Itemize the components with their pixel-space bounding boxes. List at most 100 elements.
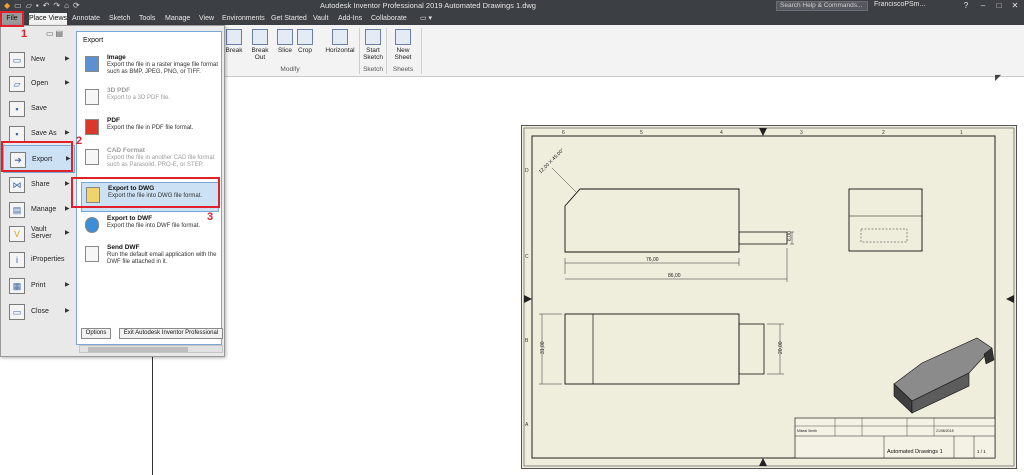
user-account[interactable]: FranciscoPSm... [874,1,944,8]
export-to-dwf-item[interactable]: Export to DWF Export the file into DWF fi… [81,213,219,243]
close-window-button[interactable]: ✕ [1007,0,1023,13]
break-icon [226,29,242,45]
restore-button[interactable]: □ [991,0,1007,13]
horizontal-button[interactable]: Horizontal [324,27,356,65]
window-title: Autodesk Inventor Professional 2019 Auto… [320,1,536,10]
minimize-button[interactable]: – [975,0,991,13]
help-search-input[interactable]: Search Help & Commands... [776,1,868,11]
file-menu-vault-server[interactable]: V Vault Server ▶ [3,222,75,248]
open-folder-icon[interactable]: ▱ [26,1,32,10]
drawing-sheet[interactable]: 6 5 4 3 2 1 D C B A 76,00 86,00 6,00 12,… [521,125,1017,469]
share-icon: ⋈ [9,177,25,193]
file-menu-share[interactable]: ⋈ Share ▶ [3,173,75,197]
file-menu-open[interactable]: ▱ Open ▶ [3,72,75,96]
submenu-arrow-icon: ▶ [65,308,70,314]
submenu-arrow-icon: ▶ [65,130,70,136]
center-mark [759,458,767,466]
file-menu-save[interactable]: ▪ Save [3,97,75,121]
export-image-item[interactable]: Image Export the file in a raster image f… [81,52,219,82]
panel-toggle-icon[interactable]: ▭ ▾ [420,13,432,25]
scrollbar-thumb[interactable] [88,347,188,352]
ribbon-tabs: File Place Views Annotate Sketch Tools M… [0,13,1024,25]
vault-icon: V [9,226,25,242]
help-button[interactable]: ? [958,0,974,13]
export-pdf-item[interactable]: PDF Export the file in PDF file format. [81,115,219,145]
tab-get-started[interactable]: Get Started [271,13,307,25]
file-menu-print[interactable]: ▦ Print ▶ [3,274,75,298]
callout-2: 2 [76,135,83,147]
zone-row-label: A [525,422,529,428]
top-view-body [564,313,740,385]
front-view-body [564,188,740,253]
zone-col-label: 3 [800,130,803,136]
export-panel-title: Export [83,37,104,44]
file-menu-commands: ▭ New ▶ ▱ Open ▶ ▪ Save ▪ Save As ▶ ➔ Export ▶ ⋈ S… [3,42,75,356]
chamfer-note: 12,00 X 45,00° [538,147,566,175]
horizontal-scrollbar[interactable] [79,345,223,353]
pdf-icon [85,119,99,135]
dimension-6: 6,00 [787,231,793,241]
update-icon[interactable]: ⟳ [73,1,80,10]
break-out-icon [252,29,268,45]
new-file-icon[interactable]: ▭ [14,1,22,10]
callout-3: 3 [207,211,214,223]
title-block-date: 21/08/2018 [936,429,954,433]
file-menu-new[interactable]: ▭ New ▶ [3,48,75,72]
options-button[interactable]: Options [81,328,111,339]
email-icon [85,246,99,262]
3d-pdf-icon [85,89,99,105]
image-export-icon [85,56,99,72]
tab-annotate[interactable]: Annotate [72,13,100,25]
file-menu-footer: Options Exit Autodesk Inventor Professio… [79,328,223,340]
ribbon-separator [386,28,387,74]
tab-add-ins[interactable]: Add-Ins [338,13,362,25]
tab-sketch[interactable]: Sketch [109,13,130,25]
save-quick-icon[interactable]: ▪ [36,1,39,10]
tab-environments[interactable]: Environments [222,13,265,25]
tab-tools[interactable]: Tools [139,13,155,25]
file-menu-close[interactable]: ▭ Close ▶ [3,300,75,324]
slice-button[interactable]: Slice [276,27,294,65]
slice-icon [277,29,293,45]
new-sheet-icon [395,29,411,45]
horizontal-icon [332,29,348,45]
tab-place-views[interactable]: Place Views [29,13,67,25]
title-bar: ◆ ▭ ▱ ▪ ↶ ↷ ⌂ ⟳ Autodesk Inventor Profes… [0,0,1024,13]
app-logo-icon[interactable]: ◆ [4,1,10,10]
new-icon: ▭ [9,52,25,68]
file-menu-manage[interactable]: ▤ Manage ▶ [3,198,75,222]
tab-view[interactable]: View [199,13,214,25]
callout-1: 1 [21,28,28,40]
redo-icon[interactable]: ↷ [53,1,60,10]
title-block-sheet: 1 / 1 [977,449,986,454]
undo-icon[interactable]: ↶ [43,1,50,10]
tab-collaborate[interactable]: Collaborate [371,13,407,25]
submenu-arrow-icon: ▶ [65,206,70,212]
start-sketch-icon [365,29,381,45]
zone-col-label: 5 [640,130,643,136]
break-button[interactable]: Break [224,27,244,65]
dimension-86: 86,00 [668,273,681,279]
zone-row-label: B [525,338,529,344]
highlight-export [1,141,73,172]
navigation-bar-icon[interactable]: ◤ [995,73,1001,82]
home-icon[interactable]: ⌂ [64,1,69,10]
start-sketch-button[interactable]: Start Sketch [362,27,384,65]
crop-button[interactable]: Crop [296,27,314,65]
tab-manage[interactable]: Manage [165,13,190,25]
break-out-button[interactable]: Break Out [246,27,274,65]
highlight-file-tab [0,11,24,27]
send-dwf-item[interactable]: Send DWF Run the default email applicatio… [81,242,219,276]
ribbon-group-sheets: Sheets [392,66,414,73]
center-mark [524,295,532,303]
exit-inventor-button[interactable]: Exit Autodesk Inventor Professional [119,328,223,339]
tab-vault[interactable]: Vault [313,13,328,25]
drawing-svg: 6 5 4 3 2 1 D C B A 76,00 86,00 6,00 12,… [523,127,1015,467]
recent-documents-icon[interactable]: ▭▤ [46,29,65,38]
highlight-export-to-dwg [71,177,220,208]
zone-row-label: C [525,254,529,260]
file-menu-iproperties[interactable]: i iProperties [3,248,75,272]
top-view-shaft [738,323,765,375]
new-sheet-button[interactable]: New Sheet [388,27,418,65]
front-view-shaft [738,231,788,245]
